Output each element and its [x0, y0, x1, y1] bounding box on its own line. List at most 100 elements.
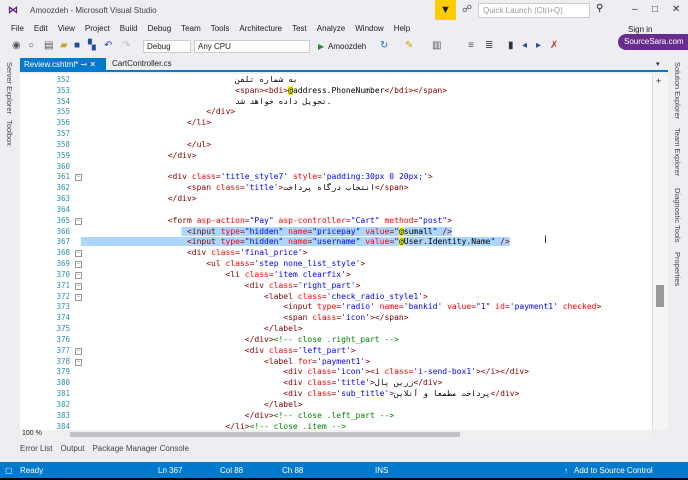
menu-analyze[interactable]: Analyze	[312, 22, 350, 37]
menu-team[interactable]: Team	[176, 22, 206, 37]
maximize-button[interactable]: □	[652, 4, 658, 15]
code-line: <input type="hidden" name="username" val…	[81, 237, 510, 247]
code-token-tag: </ul>	[81, 139, 212, 149]
menu-help[interactable]: Help	[389, 22, 415, 37]
code-token-tag: <span	[81, 183, 216, 193]
code-token-tag: <ul	[81, 259, 226, 269]
line-number: 353	[56, 85, 70, 95]
uncomment-icon[interactable]: ≣	[485, 40, 493, 51]
quick-launch-input[interactable]: Quick Launch (Ctrl+Q)	[478, 3, 590, 18]
toolbox-tab[interactable]: Toolbox	[5, 120, 14, 146]
server-explorer-tab[interactable]: Server Explorer	[5, 62, 14, 114]
code-token-attr: class	[268, 345, 293, 355]
watermark-badge: SourceSara.com	[618, 34, 688, 50]
refresh-icon[interactable]: ↻	[380, 40, 388, 51]
open-file-icon[interactable]: ▰	[60, 40, 68, 51]
code-token-tag: </div>	[81, 150, 197, 160]
menu-debug[interactable]: Debug	[143, 22, 177, 37]
tab-review-cshtml[interactable]: Review.cshtml* ⊸ ✕	[20, 58, 106, 72]
menu-architecture[interactable]: Architecture	[234, 22, 287, 37]
error-list-tab[interactable]: Error List	[20, 444, 52, 453]
next-bookmark-icon[interactable]: ▸	[536, 40, 541, 51]
save-all-icon[interactable]: ▚	[88, 40, 96, 51]
solution-explorer-tab[interactable]: Solution Explorer	[673, 62, 682, 119]
code-line: </li>	[81, 118, 211, 127]
code-token-attr: class	[384, 367, 409, 377]
code-line: <input type='radio' name='bankid' value=…	[81, 302, 601, 311]
vertical-scrollbar[interactable]	[652, 74, 668, 430]
line-number: 373	[56, 302, 70, 312]
forward-icon[interactable]: ○	[28, 40, 34, 51]
code-editor[interactable]: 352 به شماره تلفن 353 <span><bdi>@address…	[20, 74, 652, 430]
undo-icon[interactable]: ↶	[104, 40, 112, 51]
menu-test[interactable]: Test	[287, 22, 312, 37]
code-token-val: 'title'	[244, 183, 279, 193]
browser-link-icon[interactable]: ✎	[405, 40, 413, 51]
new-project-icon[interactable]: ▤	[44, 40, 53, 51]
code-token-val: 'left_part'	[297, 345, 351, 355]
platform-select[interactable]: Any CPU	[194, 40, 310, 53]
redo-icon[interactable]: ↷	[122, 40, 130, 51]
menu-file[interactable]: File	[6, 22, 29, 37]
team-explorer-tab[interactable]: Team Explorer	[673, 128, 682, 176]
line-number: 354	[56, 96, 70, 106]
code-token-com: <!-- close .item -->	[249, 421, 346, 430]
notification-filter-icon[interactable]: ▼	[435, 0, 456, 20]
bookmark-icon[interactable]: ▮	[508, 40, 514, 51]
code-token-tag: ></span>	[370, 313, 409, 323]
line-number: 360	[56, 161, 70, 171]
sign-in-link[interactable]: Sign in	[628, 25, 652, 34]
code-token-tag: <span	[81, 313, 313, 323]
configuration-select[interactable]: Debug	[143, 40, 191, 53]
code-token-val: 'sub_title'	[336, 389, 390, 399]
start-icon[interactable]: ▶	[318, 42, 324, 51]
code-token-tag: >	[360, 259, 366, 269]
menu-tools[interactable]: Tools	[206, 22, 235, 37]
code-token-val: 'check_radio_style1'	[326, 291, 423, 301]
zoom-level[interactable]: 100 %	[22, 430, 42, 437]
clear-bookmarks-icon[interactable]: ✗	[550, 40, 558, 51]
diagnostic-tools-tab[interactable]: Diagnostic Tools	[673, 188, 682, 242]
menu-edit[interactable]: Edit	[29, 22, 53, 37]
feedback-icon[interactable]: ☍	[462, 4, 472, 15]
horizontal-scrollbar-thumb[interactable]	[70, 432, 460, 437]
split-icon[interactable]: +	[656, 76, 661, 86]
code-token-tag: </label>	[81, 324, 303, 334]
status-icon: ▢	[5, 466, 13, 475]
tab-cartcontroller-cs[interactable]: CartController.cs	[112, 59, 172, 68]
menu-window[interactable]: Window	[350, 22, 388, 37]
code-token-tag: >	[427, 172, 433, 182]
code-token-attr: name	[283, 237, 308, 247]
comment-icon[interactable]: ≡	[468, 40, 474, 51]
menu-view[interactable]: View	[53, 22, 80, 37]
output-tab[interactable]: Output	[60, 444, 84, 453]
pin-icon[interactable]: ⊸	[80, 60, 87, 69]
search-icon[interactable]: ⚲	[596, 3, 603, 14]
prev-bookmark-icon[interactable]: ◂	[522, 40, 527, 51]
add-to-source-control-button[interactable]: Add to Source Control	[574, 466, 653, 475]
menu-build[interactable]: Build	[115, 22, 143, 37]
code-token-val: 'padding:30px 0 20px;'	[321, 172, 428, 182]
minimize-button[interactable]: –	[632, 4, 638, 15]
save-icon[interactable]: ■	[74, 40, 80, 51]
code-token-tag: <input	[186, 226, 221, 236]
tab-overflow-icon[interactable]: ▾	[656, 60, 660, 68]
code-token-attr: value	[360, 237, 390, 247]
code-token-val: 'icon'	[336, 367, 366, 377]
scrollbar-thumb[interactable]	[656, 285, 664, 307]
status-col: Col 88	[220, 466, 244, 475]
solution-config-icon[interactable]: ▥	[432, 40, 441, 51]
package-manager-console-tab[interactable]: Package Manager Console	[92, 444, 189, 453]
code-token-text: User.Identity.Name	[403, 237, 491, 247]
close-tab-icon[interactable]: ✕	[89, 60, 96, 69]
line-number: 380	[56, 378, 70, 388]
run-target-button[interactable]: Amoozdeh	[328, 42, 366, 51]
line-number: 368	[56, 248, 70, 258]
back-icon[interactable]: ◉	[12, 40, 21, 51]
menu-project[interactable]: Project	[80, 22, 115, 37]
close-button[interactable]: ✕	[672, 4, 680, 15]
line-number: 361	[56, 172, 70, 182]
code-token-tag: <label	[81, 356, 298, 366]
code-token-tag: >	[355, 280, 361, 290]
properties-tab[interactable]: Properties	[673, 252, 682, 286]
